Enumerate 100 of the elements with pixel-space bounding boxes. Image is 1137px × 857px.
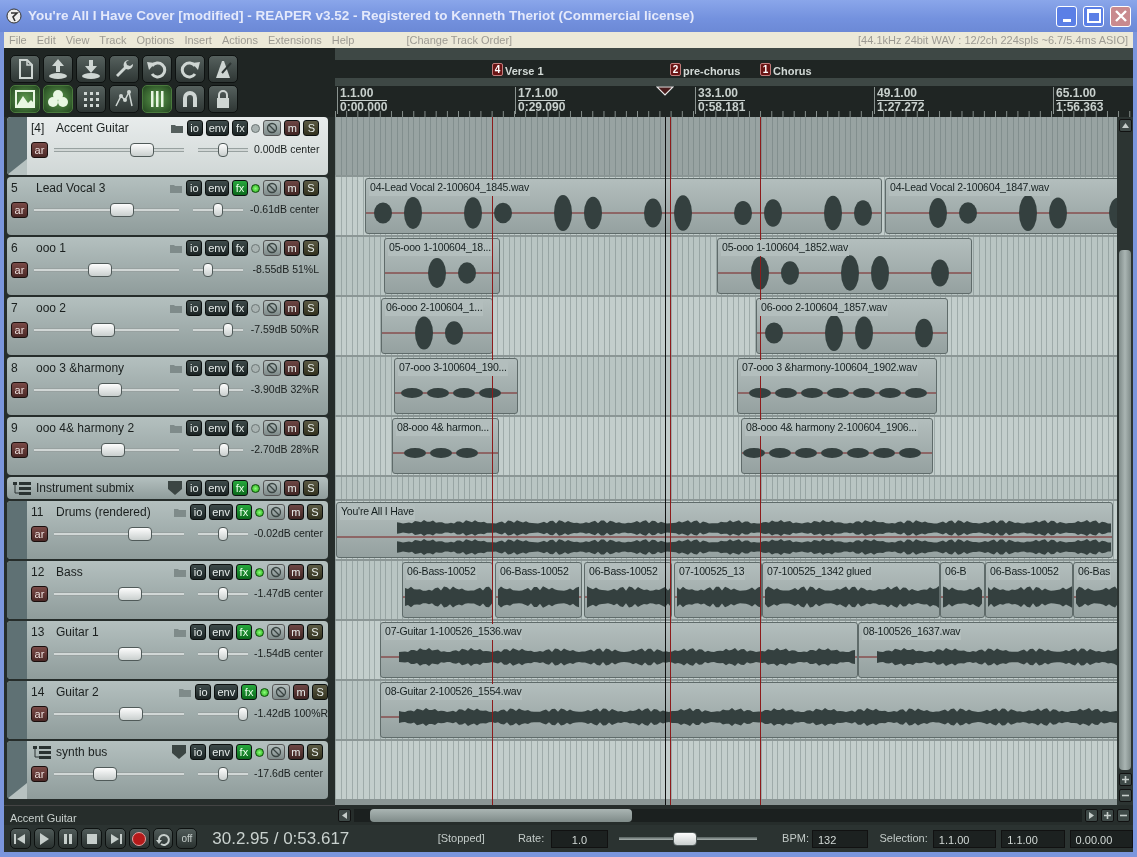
record-button[interactable] <box>128 828 150 849</box>
track-name[interactable]: Drums (rendered) <box>56 503 171 521</box>
track-header[interactable]: 7 ooo 2 io env fx m S ar -7.59dB 50%R <box>7 297 328 355</box>
media-item[interactable]: 08-ooo 4& harmony 2-100604_1906... <box>741 418 933 474</box>
track-header[interactable]: 14 Guitar 2 io env fx m S ar -1.42dB 100%R <box>7 681 328 739</box>
solo-button[interactable]: S <box>303 480 319 496</box>
toolbar-button[interactable] <box>142 85 172 113</box>
fader-thumb[interactable] <box>88 263 113 277</box>
pan-thumb[interactable] <box>219 383 230 397</box>
close-button[interactable] <box>1110 5 1131 27</box>
track-lane[interactable] <box>335 477 1117 499</box>
fx-button[interactable]: fx <box>232 420 248 436</box>
selection-field[interactable]: 1.1.00 <box>932 829 997 848</box>
fx-button[interactable]: fx <box>232 300 248 316</box>
pan-thumb[interactable] <box>213 203 223 217</box>
record-arm-button[interactable]: ar <box>31 706 48 722</box>
fx-button[interactable]: fx <box>232 360 248 376</box>
track-lane[interactable] <box>335 741 1117 799</box>
phase-button[interactable] <box>263 180 281 196</box>
marker-flag[interactable]: 2 <box>670 63 681 76</box>
track-header[interactable]: 6 ooo 1 io env fx m S ar -8.55dB 51%L <box>7 237 328 295</box>
envelope-button[interactable]: env <box>205 480 229 496</box>
phase-button[interactable] <box>272 684 291 700</box>
fx-button[interactable]: fx <box>232 180 248 196</box>
envelope-button[interactable]: env <box>205 360 229 376</box>
fx-button[interactable]: fx <box>232 480 248 496</box>
selection-field[interactable]: 1.1.00 <box>1001 829 1065 848</box>
io-button[interactable]: io <box>186 420 203 436</box>
fader-thumb[interactable] <box>93 767 118 781</box>
marker-flag[interactable]: 4 <box>492 63 503 76</box>
io-button[interactable]: io <box>186 360 203 376</box>
track-lane[interactable]: 04-Lead Vocal 2-100604_1845.wav 04-Lead Vocal 2-100604_1847.wav <box>335 177 1117 235</box>
mute-button[interactable]: m <box>284 480 300 496</box>
track-header[interactable]: 8 ooo 3 &harmony io env fx m S ar -3.90dB 32%R <box>7 357 328 415</box>
record-arm-button[interactable]: ar <box>31 766 48 782</box>
toolbar-button[interactable] <box>10 55 40 83</box>
track-name[interactable]: Accent Guitar <box>56 119 167 137</box>
fader-thumb[interactable] <box>110 203 135 217</box>
media-item[interactable]: 04-Lead Vocal 2-100604_1847.wav <box>885 178 1117 234</box>
pan-thumb[interactable] <box>218 647 228 661</box>
pause-button[interactable] <box>57 828 79 849</box>
pan-thumb[interactable] <box>218 767 228 781</box>
media-item[interactable]: 06-Bass-10052 <box>495 562 582 618</box>
io-button[interactable]: io <box>186 120 203 136</box>
track-name[interactable]: ooo 1 <box>36 239 167 257</box>
media-item[interactable]: 08-100526_1637.wav <box>858 622 1117 678</box>
record-arm-button[interactable]: ar <box>11 202 28 218</box>
io-button[interactable]: io <box>190 564 207 580</box>
toolbar-button[interactable] <box>109 55 139 83</box>
media-item[interactable]: 06-B <box>940 562 985 618</box>
media-item[interactable]: 07-ooo 3 &harmony-100604_1902.wav <box>737 358 937 414</box>
repeat-toggle-button[interactable]: off <box>176 828 198 849</box>
solo-button[interactable]: S <box>306 744 323 760</box>
record-arm-button[interactable]: ar <box>31 646 48 662</box>
pan-thumb[interactable] <box>218 143 228 157</box>
fx-button[interactable]: fx <box>235 624 252 640</box>
end-button[interactable] <box>105 828 126 849</box>
track-header[interactable]: [4] Accent Guitar io env fx m S ar 0.00dB center <box>7 117 328 175</box>
solo-button[interactable]: S <box>303 180 319 196</box>
fader-thumb[interactable] <box>130 143 155 157</box>
toolbar-button[interactable] <box>10 85 40 113</box>
track-header[interactable]: 11 Drums (rendered) io env fx m S ar -0.02dB center <box>7 501 328 559</box>
fader-thumb[interactable] <box>118 707 143 721</box>
solo-button[interactable]: S <box>303 120 320 136</box>
envelope-button[interactable]: env <box>209 624 233 640</box>
fader-thumb[interactable] <box>100 443 125 457</box>
toolbar-button[interactable] <box>43 55 73 83</box>
mute-button[interactable]: m <box>284 360 300 376</box>
phase-button[interactable] <box>263 240 281 256</box>
mute-button[interactable]: m <box>287 624 304 640</box>
phase-button[interactable] <box>263 420 281 436</box>
io-button[interactable]: io <box>186 300 203 316</box>
toolbar-button[interactable] <box>208 85 238 113</box>
record-arm-button[interactable]: ar <box>11 442 28 458</box>
pan-thumb[interactable] <box>218 587 228 601</box>
solo-button[interactable]: S <box>303 240 319 256</box>
track-name[interactable]: Instrument submix <box>36 479 165 497</box>
media-item[interactable]: 07-100525_13 <box>674 562 762 618</box>
phase-button[interactable] <box>263 120 282 136</box>
fader-thumb[interactable] <box>90 323 115 337</box>
timeline-ruler[interactable]: 1.1.00 0:00.000 17.1.00 0:29.090 33.1.00 0:58.181 49.1.00 1:27.272 65.1.00 1:56.363 <box>335 86 1133 117</box>
phase-button[interactable] <box>263 360 281 376</box>
mute-button[interactable]: m <box>287 744 304 760</box>
solo-button[interactable]: S <box>303 420 319 436</box>
media-item[interactable]: 06-ooo 2-100604_1... <box>381 298 493 354</box>
mute-button[interactable]: m <box>284 420 300 436</box>
envelope-button[interactable]: env <box>205 240 229 256</box>
mute-button[interactable]: m <box>293 684 310 700</box>
play-button[interactable] <box>33 828 55 849</box>
envelope-button[interactable]: env <box>205 300 229 316</box>
stop-button[interactable] <box>81 828 103 849</box>
media-item[interactable]: 06-ooo 2-100604_1857.wav <box>756 298 948 354</box>
mute-button[interactable]: m <box>284 300 300 316</box>
track-name[interactable]: ooo 3 &harmony <box>36 359 167 377</box>
zoom-out-button[interactable] <box>1118 789 1132 802</box>
media-item[interactable]: 05-ooo 1-100604_1852.wav <box>717 238 972 294</box>
rate-field[interactable]: 1.0 <box>551 829 608 848</box>
zoom-out-button[interactable] <box>1117 808 1130 822</box>
media-item[interactable]: 04-Lead Vocal 2-100604_1845.wav <box>365 178 882 234</box>
media-item[interactable]: 07-100525_1342 glued <box>762 562 940 618</box>
